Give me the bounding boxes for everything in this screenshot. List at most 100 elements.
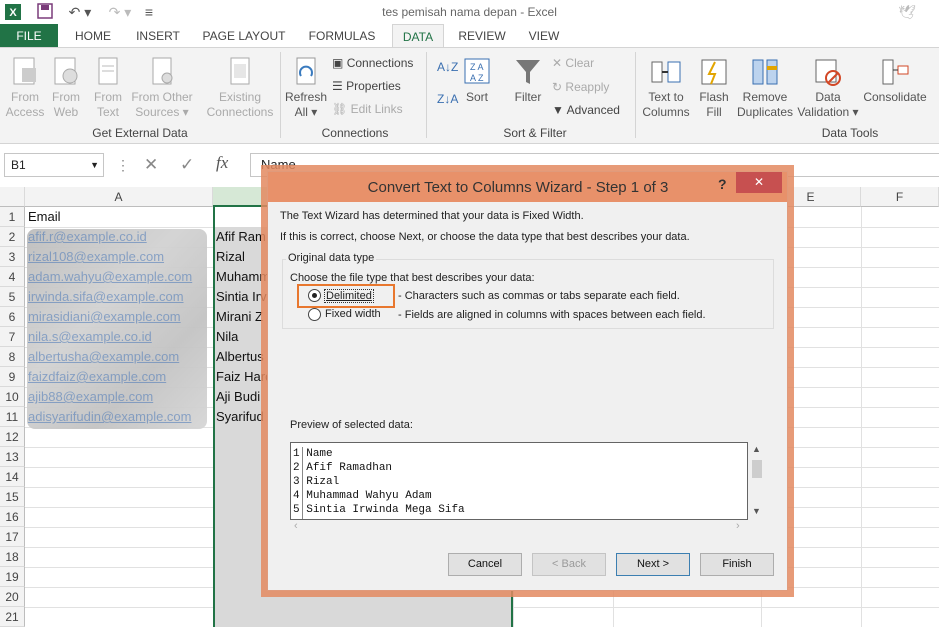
row-header[interactable]: 15	[0, 487, 25, 507]
connections-button[interactable]: ▣ Connections	[332, 56, 413, 70]
cell-b6[interactable]: Mirani Z	[213, 307, 269, 327]
cell-b5[interactable]: Sintia Irv	[213, 287, 269, 307]
cell-b3[interactable]: Rizal	[213, 247, 269, 267]
fixed-width-label[interactable]: Fixed width	[325, 308, 381, 320]
name-box[interactable]: B1 ▼	[4, 153, 104, 177]
delimited-radio[interactable]	[308, 289, 321, 302]
chevron-down-icon[interactable]: ▼	[90, 154, 99, 176]
filter-button[interactable]: Filter	[506, 56, 550, 105]
row-header[interactable]: 2	[0, 227, 25, 247]
scroll-thumb[interactable]	[752, 460, 762, 478]
tab-page-layout[interactable]: PAGE LAYOUT	[196, 24, 292, 48]
cell-a4[interactable]: adam.wahyu@example.com	[25, 267, 213, 287]
cell-a6[interactable]: mirasidiani@example.com	[25, 307, 213, 327]
cancel-button[interactable]: Cancel	[448, 553, 522, 576]
dialog-close-button[interactable]: ✕	[736, 172, 782, 193]
row-header[interactable]: 4	[0, 267, 25, 287]
cell-b10[interactable]: Aji Budi	[213, 387, 269, 407]
row-header[interactable]: 21	[0, 607, 25, 627]
dialog-title: Convert Text to Columns Wizard - Step 1 …	[367, 179, 669, 196]
insert-function-icon[interactable]: fx	[216, 153, 228, 173]
row-header[interactable]: 10	[0, 387, 25, 407]
preview-pane[interactable]: 1 Name 2 Afif Ramadhan 3 Rizal 4 Muhamma…	[290, 442, 748, 520]
text-to-columns-button[interactable]: Text to Columns	[640, 56, 692, 120]
row-header[interactable]: 19	[0, 567, 25, 587]
sort-button[interactable]: Z AA Z Sort	[460, 56, 494, 105]
consolidate-button[interactable]: Consolidate	[860, 56, 930, 105]
existing-connections-button[interactable]: Existing Connections	[204, 56, 276, 120]
tab-data[interactable]: DATA	[392, 24, 444, 48]
row-header[interactable]: 5	[0, 287, 25, 307]
clear-button[interactable]: ✕ Clear	[552, 56, 594, 70]
cell-b2[interactable]: Afif Ram	[213, 227, 269, 247]
row-header[interactable]: 16	[0, 507, 25, 527]
cell-a8[interactable]: albertusha@example.com	[25, 347, 213, 367]
finish-button[interactable]: Finish	[700, 553, 774, 576]
next-button[interactable]: Next >	[616, 553, 690, 576]
sort-az-icon[interactable]: A↓Z	[437, 60, 458, 74]
remove-duplicates-button[interactable]: Remove Duplicates	[736, 56, 794, 120]
advanced-button[interactable]: ▼ Advanced	[552, 103, 620, 117]
row-header[interactable]: 3	[0, 247, 25, 267]
select-all-corner[interactable]	[0, 187, 25, 207]
preview-vertical-scrollbar[interactable]: ▲ ▼	[748, 442, 766, 520]
scroll-left-icon[interactable]: ‹	[294, 520, 298, 532]
scroll-up-icon[interactable]: ▲	[752, 444, 761, 454]
flash-fill-button[interactable]: Flash Fill	[694, 56, 734, 120]
cell-b7[interactable]: Nila	[213, 327, 269, 347]
tab-formulas[interactable]: FORMULAS	[302, 24, 382, 48]
from-text-button[interactable]: From Text	[88, 56, 128, 120]
row-header[interactable]: 12	[0, 427, 25, 447]
cell-a2[interactable]: afif.r@example.co.id	[25, 227, 213, 247]
row-header[interactable]: 8	[0, 347, 25, 367]
cell-b9[interactable]: Faiz Harc	[213, 367, 269, 387]
preview-horizontal-scrollbar[interactable]: ‹ ›	[290, 520, 748, 534]
advanced-icon: ▼	[552, 103, 564, 117]
row-header[interactable]: 1	[0, 207, 25, 227]
fixed-width-radio[interactable]	[308, 308, 321, 321]
row-header[interactable]: 7	[0, 327, 25, 347]
confirm-entry-icon[interactable]: ✓	[180, 155, 194, 175]
reapply-button[interactable]: ↻ Reapply	[552, 80, 609, 94]
scroll-down-icon[interactable]: ▼	[752, 506, 761, 516]
edit-links-button[interactable]: ⛓ Edit Links	[332, 102, 403, 116]
tab-home[interactable]: HOME	[66, 24, 120, 48]
cell-b4[interactable]: Muhamm	[213, 267, 269, 287]
back-button[interactable]: < Back	[532, 553, 606, 576]
cell-b8[interactable]: Albertus	[213, 347, 269, 367]
row-header[interactable]: 18	[0, 547, 25, 567]
cell-a1[interactable]: Email	[25, 207, 213, 227]
from-other-sources-button[interactable]: From Other Sources ▾	[128, 56, 196, 120]
delimited-label[interactable]: Delimited	[324, 289, 374, 303]
tab-insert[interactable]: INSERT	[130, 24, 186, 48]
from-web-button[interactable]: From Web	[46, 56, 86, 120]
row-header[interactable]: 11	[0, 407, 25, 427]
cell-a10[interactable]: ajib88@example.com	[25, 387, 213, 407]
from-access-button[interactable]: From Access	[2, 56, 48, 120]
cancel-entry-icon[interactable]: ✕	[144, 155, 158, 175]
cell-a5[interactable]: irwinda.sifa@example.com	[25, 287, 213, 307]
row-header[interactable]: 20	[0, 587, 25, 607]
column-header-f[interactable]: F	[861, 187, 939, 207]
cell-a9[interactable]: faizdfaiz@example.com	[25, 367, 213, 387]
tab-view[interactable]: VIEW	[520, 24, 568, 48]
cell-a7[interactable]: nila.s@example.co.id	[25, 327, 213, 347]
cell-a11[interactable]: adisyarifudin@example.com	[25, 407, 213, 427]
row-header[interactable]: 14	[0, 467, 25, 487]
properties-button[interactable]: ☰ Properties	[332, 79, 401, 93]
tab-review[interactable]: REVIEW	[454, 24, 510, 48]
row-header[interactable]: 6	[0, 307, 25, 327]
cell-b11[interactable]: Syarifud	[213, 407, 269, 427]
data-validation-button[interactable]: Data Validation ▾	[796, 56, 860, 120]
row-header[interactable]: 9	[0, 367, 25, 387]
help-button[interactable]: ?	[718, 176, 727, 192]
row-header[interactable]: 13	[0, 447, 25, 467]
dialog-title-bar[interactable]: Convert Text to Columns Wizard - Step 1 …	[268, 172, 787, 202]
column-header-a[interactable]: A	[25, 187, 213, 207]
sort-za-icon[interactable]: Z↓A	[437, 92, 458, 106]
cell-a3[interactable]: rizal108@example.com	[25, 247, 213, 267]
tab-file[interactable]: FILE	[0, 24, 58, 48]
scroll-right-icon[interactable]: ›	[736, 520, 740, 532]
refresh-all-button[interactable]: Refresh All ▾	[284, 56, 328, 120]
row-header[interactable]: 17	[0, 527, 25, 547]
